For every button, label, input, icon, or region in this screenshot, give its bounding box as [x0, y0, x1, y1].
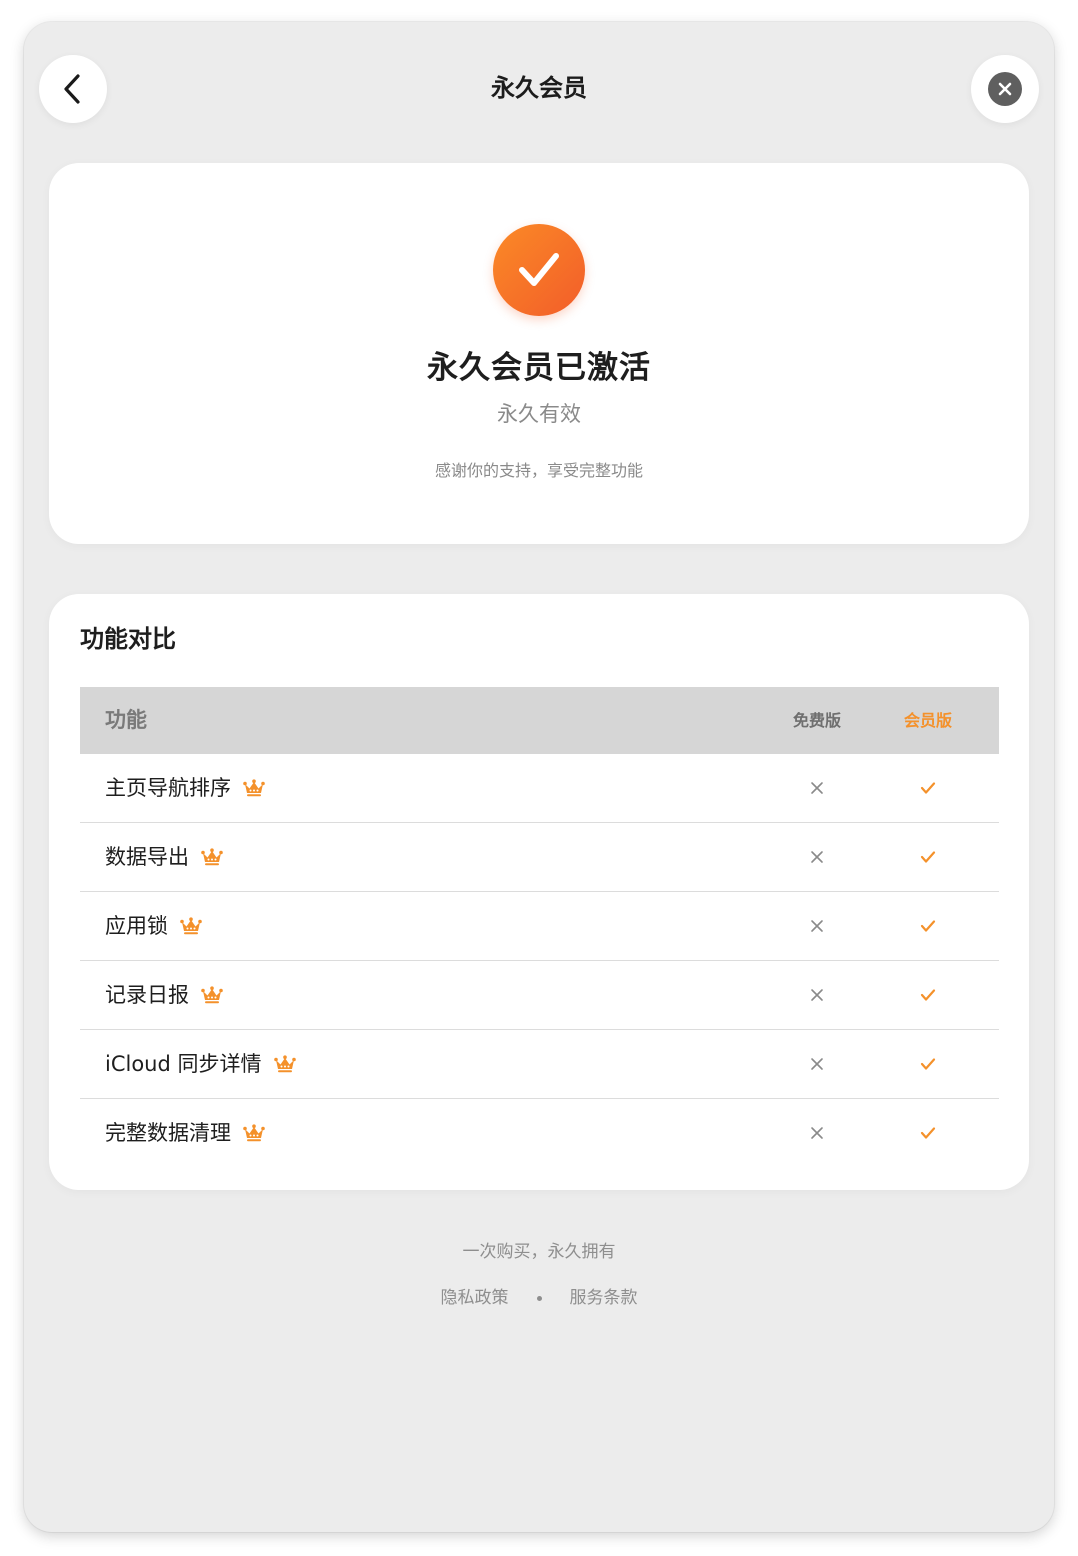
comparison-table: 功能 免费版 会员版 主页导航排序 数据导出 应用锁 记录日报 iCloud 同… — [80, 687, 999, 1167]
feature-label: 完整数据清理 — [105, 1120, 231, 1145]
membership-window: 永久会员 永久会员已激活 永久有效 感谢你的支持，享受完整功能 功能对比 功能 … — [24, 22, 1054, 1532]
feature-label: 主页导航排序 — [105, 775, 231, 800]
crown-icon — [243, 778, 265, 796]
table-row: 完整数据清理 — [80, 1099, 999, 1167]
check-icon — [920, 781, 936, 794]
feature-label: 应用锁 — [105, 913, 168, 938]
table-row: 记录日报 — [80, 961, 999, 1030]
close-button[interactable] — [971, 55, 1039, 123]
cross-icon — [811, 919, 823, 932]
check-icon — [920, 988, 936, 1001]
footer-links: 隐私政策 服务条款 — [24, 1285, 1054, 1311]
cross-icon — [811, 781, 823, 794]
check-icon — [920, 1057, 936, 1070]
crown-icon — [201, 847, 223, 865]
status-title: 永久会员已激活 — [427, 350, 651, 386]
crown-icon — [273, 1054, 296, 1072]
separator-dot — [536, 1295, 542, 1301]
column-header-free: 免费版 — [792, 711, 841, 730]
cross-icon — [811, 1126, 823, 1139]
column-header-feature: 功能 — [105, 708, 147, 732]
table-row: 应用锁 — [80, 892, 999, 961]
table-row: 数据导出 — [80, 823, 999, 892]
checkmark-badge-icon — [493, 224, 585, 316]
check-icon — [920, 919, 936, 932]
cross-icon — [811, 988, 823, 1001]
feature-label: 记录日报 — [105, 982, 189, 1007]
crown-icon — [243, 1123, 265, 1141]
cross-icon — [811, 850, 823, 863]
membership-status-card: 永久会员已激活 永久有效 感谢你的支持，享受完整功能 — [49, 163, 1029, 544]
column-header-member: 会员版 — [903, 711, 952, 730]
privacy-policy-link[interactable]: 隐私政策 — [441, 1285, 509, 1311]
feature-comparison-card: 功能对比 功能 免费版 会员版 主页导航排序 数据导出 应用锁 记录日报 iCl… — [49, 594, 1029, 1190]
check-icon — [920, 850, 936, 863]
purchase-tagline: 一次购买，永久拥有 — [462, 1242, 616, 1262]
table-row: 主页导航排序 — [80, 754, 999, 823]
feature-label: iCloud 同步详情 — [105, 1051, 262, 1076]
crown-icon — [201, 985, 223, 1003]
crown-icon — [180, 916, 202, 934]
check-icon — [920, 1126, 936, 1139]
status-note: 感谢你的支持，享受完整功能 — [434, 461, 643, 480]
cross-icon — [811, 1057, 823, 1070]
table-row: iCloud 同步详情 — [80, 1030, 999, 1099]
page-title: 永久会员 — [491, 74, 587, 102]
status-subtitle: 永久有效 — [497, 402, 581, 426]
terms-of-service-link[interactable]: 服务条款 — [570, 1285, 638, 1311]
close-icon — [988, 72, 1022, 106]
table-header: 功能 免费版 会员版 — [80, 687, 999, 754]
feature-label: 数据导出 — [105, 844, 189, 869]
comparison-title: 功能对比 — [80, 625, 176, 653]
